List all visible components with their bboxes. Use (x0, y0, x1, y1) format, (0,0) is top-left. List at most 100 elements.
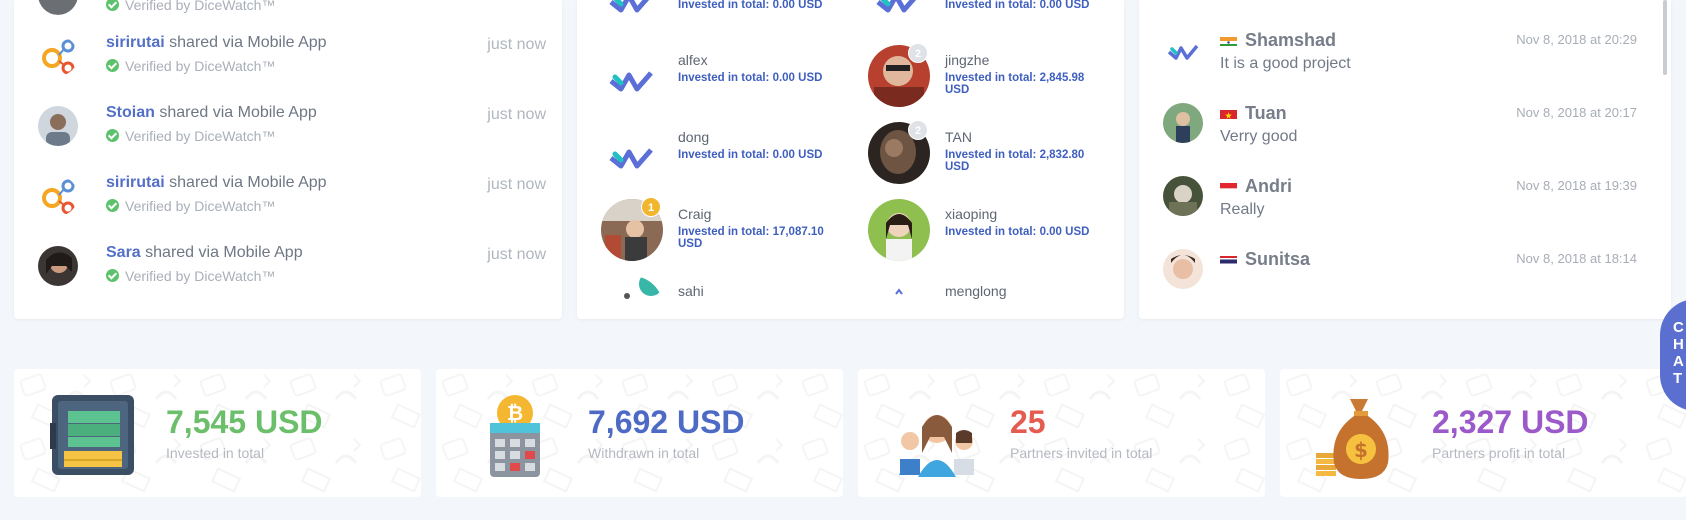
investor-item[interactable]: sahi (577, 276, 827, 319)
shares-panel: Verified by DiceWatch™ sirirutai shared … (14, 0, 562, 319)
investor-name[interactable]: dong (678, 129, 709, 145)
user-photo-icon (624, 276, 663, 299)
svg-text:$: $ (1354, 438, 1368, 462)
user-photo-icon (868, 199, 930, 261)
investor-name[interactable]: sahi (678, 283, 704, 299)
investor-item[interactable]: 2 jingzhe Invested in total: 2,845.98 US… (844, 43, 1094, 120)
check-icon (106, 269, 119, 282)
share-text: sirirutai shared via Mobile App (106, 174, 327, 191)
stat-label: Partners profit in total (1432, 445, 1566, 461)
stat-value: 7,692 USD (588, 404, 745, 440)
mobile-app-logo-icon (42, 179, 75, 215)
investor-item[interactable]: Invested in total: 0.00 USD (844, 0, 1094, 47)
avatar[interactable] (1163, 249, 1203, 289)
user-photo-icon (1163, 103, 1203, 143)
timestamp: just now (487, 176, 546, 193)
comment-text: Really (1220, 201, 1265, 218)
stat-label: Partners invited in total (1010, 445, 1153, 461)
stat-card-profit: $ 2,327 USD Partners profit in total (1280, 369, 1686, 497)
verified-label: Verified by DiceWatch™ (106, 268, 275, 284)
timestamp: just now (487, 106, 546, 123)
avatar[interactable] (601, 276, 663, 319)
commenter-name[interactable]: Andri (1245, 176, 1292, 197)
user-link[interactable]: Stoian (106, 104, 155, 121)
invested-total: Invested in total: 2,832.80 USD (945, 149, 1085, 173)
investor-item[interactable]: 2 TAN Invested in total: 2,832.80 USD (844, 120, 1094, 197)
investor-item[interactable]: menglong (844, 276, 1094, 319)
investor-name[interactable]: Craig (678, 206, 711, 222)
invested-total: Invested in total: 0.00 USD (678, 72, 823, 84)
investor-name[interactable]: xiaoping (945, 206, 997, 222)
rank-badge: 2 (908, 120, 928, 140)
brand-logo-icon (601, 45, 663, 107)
invested-total: Invested in total: 0.00 USD (945, 0, 1090, 11)
avatar[interactable] (38, 0, 78, 15)
comment-date: Nov 8, 2018 at 19:39 (1516, 178, 1637, 193)
check-icon (106, 0, 119, 11)
avatar[interactable] (1163, 103, 1203, 143)
stat-value: 7,545 USD (166, 404, 323, 440)
rank-badge: 1 (641, 197, 661, 217)
investor-item[interactable]: Invested in total: 0.00 USD (577, 0, 827, 47)
commenter-name[interactable]: Shamshad (1245, 30, 1336, 51)
flag-india-icon (1220, 35, 1237, 46)
avatar[interactable] (38, 106, 78, 146)
investor-name[interactable]: jingzhe (945, 52, 989, 68)
share-item[interactable]: Sara shared via Mobile App Verified by D… (14, 244, 562, 316)
investor-name[interactable]: menglong (945, 283, 1007, 299)
share-text: sirirutai shared via Mobile App (106, 34, 327, 51)
user-photo-icon (38, 246, 78, 286)
flag-indonesia-icon (1220, 181, 1237, 192)
check-icon (106, 129, 119, 142)
brand-logo-icon (1163, 30, 1203, 70)
verified-label: Verified by DiceWatch™ (106, 198, 275, 214)
bitcoin-calculator-icon: ₿ (490, 395, 540, 477)
money-bag-icon: $ (1316, 399, 1389, 479)
share-item[interactable]: sirirutai shared via Mobile App Verified… (14, 174, 562, 246)
comment-item: Shamshad It is a good project Nov 8, 201… (1139, 30, 1671, 102)
avatar[interactable] (1163, 176, 1203, 216)
user-photo-icon (1163, 249, 1203, 289)
commenter-name[interactable]: Sunitsa (1245, 249, 1310, 270)
timestamp: just now (487, 246, 546, 263)
stat-card-invested: 7,545 USD Invested in total (14, 369, 421, 497)
user-link[interactable]: sirirutai (106, 174, 165, 191)
investor-item[interactable]: alfex Invested in total: 0.00 USD (577, 45, 827, 120)
chat-label: C H A T (1673, 319, 1684, 387)
flag-vietnam-icon (1220, 108, 1237, 119)
investor-name[interactable]: TAN (945, 129, 972, 145)
avatar[interactable] (38, 176, 78, 216)
share-item[interactable]: Stoian shared via Mobile App Verified by… (14, 104, 562, 176)
avatar[interactable] (868, 199, 930, 261)
investor-item[interactable]: 1 Craig Invested in total: 17,087.10 USD (577, 197, 827, 274)
brand-logo-icon (868, 276, 930, 319)
investor-item[interactable]: dong Invested in total: 0.00 USD (577, 122, 827, 197)
share-item[interactable]: sirirutai shared via Mobile App Verified… (14, 34, 562, 106)
brand-logo-icon (601, 122, 663, 184)
rank-badge: 2 (908, 43, 928, 63)
user-link[interactable]: Sara (106, 244, 141, 261)
avatar[interactable] (38, 36, 78, 76)
investor-item[interactable]: xiaoping Invested in total: 0.00 USD (844, 199, 1094, 274)
user-link[interactable]: sirirutai (106, 34, 165, 51)
comment-text: It is a good project (1220, 55, 1351, 72)
mobile-app-logo-icon (42, 39, 75, 75)
vault-money-icon (50, 395, 134, 475)
avatar[interactable] (38, 246, 78, 286)
brand-logo-icon (868, 0, 930, 34)
investor-name[interactable]: alfex (678, 52, 708, 68)
invested-total: Invested in total: 2,845.98 USD (945, 72, 1085, 96)
user-photo-icon (38, 106, 78, 146)
stat-card-withdrawn: ₿ 7,692 USD Withdrawn in total (436, 369, 843, 497)
stat-card-partners: 25 Partners invited in total (858, 369, 1265, 497)
user-photo-icon (1163, 176, 1203, 216)
verified-label: Verified by DiceWatch™ (106, 58, 275, 74)
check-icon (106, 199, 119, 212)
comment-item: Tuan Verry good Nov 8, 2018 at 20:17 (1139, 103, 1671, 175)
verified-label: Verified by DiceWatch™ (106, 0, 275, 13)
invested-total: Invested in total: 17,087.10 USD (678, 226, 824, 250)
stat-value: 25 (1010, 404, 1046, 440)
commenter-name[interactable]: Tuan (1245, 103, 1287, 124)
timestamp: just now (487, 36, 546, 53)
brand-logo-icon (601, 0, 663, 34)
